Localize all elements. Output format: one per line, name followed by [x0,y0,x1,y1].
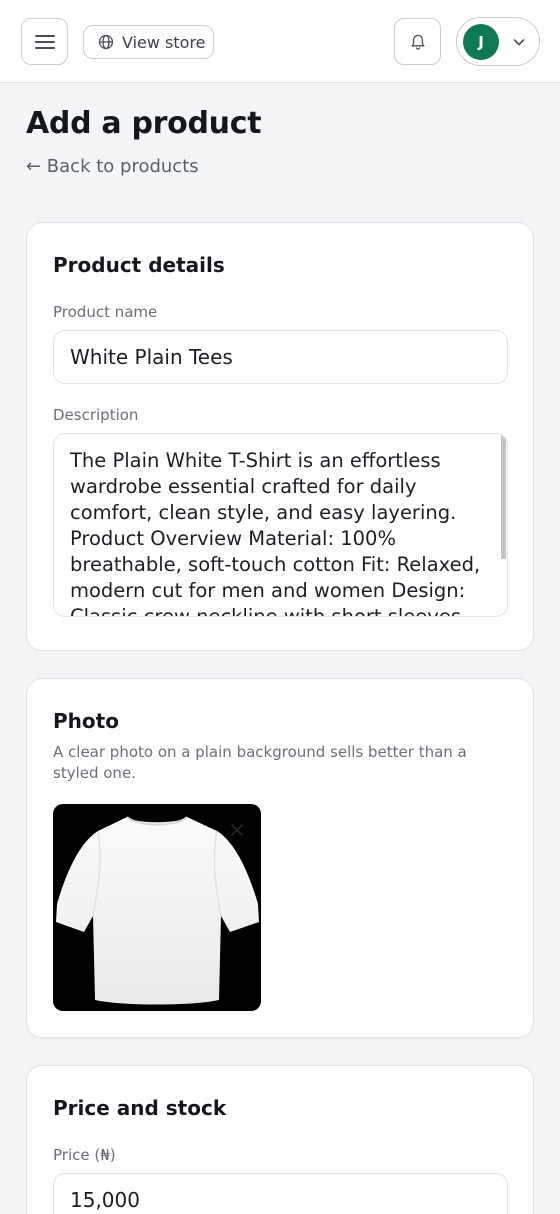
description-label: Description [53,406,139,424]
product-details-title: Product details [53,253,225,277]
view-store-button[interactable]: View store [83,25,214,59]
price-value: 15,000 [70,1188,140,1212]
description-textarea[interactable]: The Plain White T-Shirt is an effortless… [53,433,508,617]
hamburger-menu-icon [35,35,55,37]
notifications-button[interactable] [394,18,441,65]
product-name-input[interactable]: White Plain Tees [53,330,508,384]
description-value: The Plain White T-Shirt is an effortless… [70,449,481,617]
hamburger-line [35,47,55,49]
price-stock-card: Price and stock Price (₦) 15,000 [26,1065,534,1214]
globe-icon [98,34,114,50]
hamburger-line [35,41,55,43]
price-stock-title: Price and stock [53,1096,227,1120]
top-bar: View store J [0,0,560,83]
user-menu-button[interactable]: J [456,17,540,66]
avatar: J [463,24,499,60]
page-title: Add a product [26,106,262,141]
product-photo[interactable] [53,804,261,1011]
description-scrollbar[interactable] [501,435,506,559]
view-store-label: View store [122,32,206,52]
price-label: Price (₦) [53,1146,116,1164]
photo-card: Photo A clear photo on a plain backgroun… [26,678,534,1038]
close-icon[interactable] [229,822,245,838]
bell-icon [411,34,424,50]
price-input[interactable]: 15,000 [53,1173,508,1214]
photo-title: Photo [53,709,119,733]
photo-help-text: A clear photo on a plain background sell… [53,743,467,782]
chevron-down-icon [513,39,525,46]
avatar-initial: J [478,33,484,51]
back-to-products-link[interactable]: ← Back to products [26,156,199,177]
product-name-label: Product name [53,303,158,321]
product-details-card: Product details Product name White Plain… [26,222,534,651]
product-name-value: White Plain Tees [70,345,233,369]
menu-button[interactable] [21,18,68,65]
